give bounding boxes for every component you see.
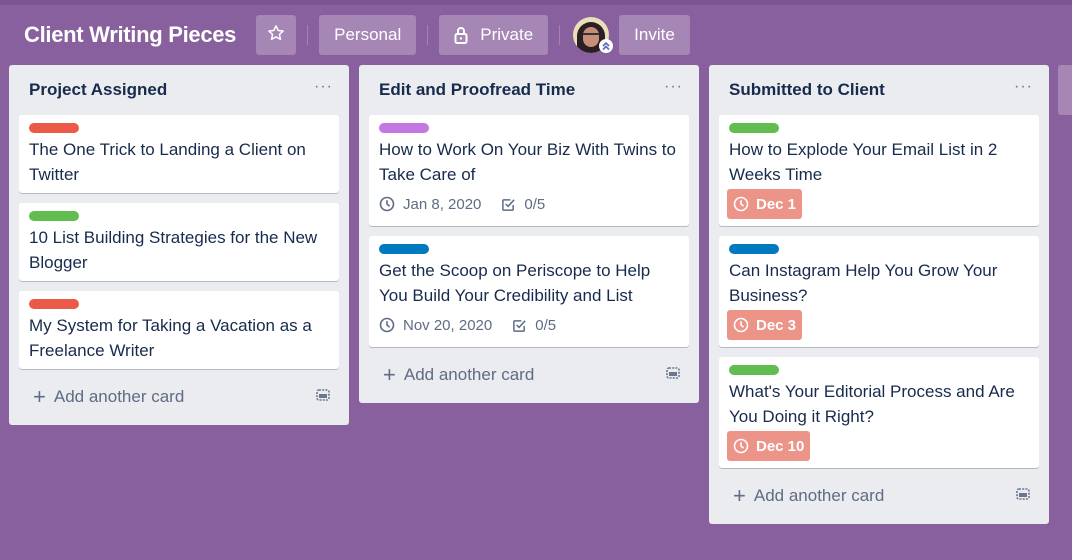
card-template-icon[interactable]: [1015, 486, 1031, 507]
card-title: How to Explode Your Email List in 2 Week…: [729, 140, 998, 184]
card-label[interactable]: [729, 244, 779, 254]
more-icon[interactable]: ···: [664, 79, 683, 98]
board-title[interactable]: Client Writing Pieces: [24, 22, 236, 48]
card-label[interactable]: [379, 244, 429, 254]
list-header: Submitted to Client ···: [709, 65, 1049, 115]
card[interactable]: What's Your Editorial Process and Are Yo…: [719, 357, 1039, 468]
due-date-badge-overdue[interactable]: Dec 3: [727, 310, 803, 340]
card-template-icon[interactable]: [665, 365, 681, 386]
more-icon[interactable]: ···: [314, 79, 333, 98]
card-label[interactable]: [729, 123, 779, 133]
card-title: How to Work On Your Biz With Twins to Ta…: [379, 140, 676, 184]
clock-icon: [733, 196, 749, 212]
card-title: What's Your Editorial Process and Are Yo…: [729, 382, 1015, 426]
list-title[interactable]: Edit and Proofread Time: [379, 80, 575, 100]
star-icon: [267, 24, 285, 47]
board-header: Client Writing Pieces Personal Private I…: [0, 15, 1072, 55]
list-header: Project Assigned ···: [9, 65, 349, 115]
admin-chevron-icon: [599, 39, 613, 53]
due-date: Dec 1: [756, 195, 797, 213]
card[interactable]: My System for Taking a Vacation as a Fre…: [19, 291, 339, 369]
checklist-badge: 0/5: [501, 196, 545, 213]
checklist-count: 0/5: [535, 316, 557, 334]
team-visibility-button[interactable]: Personal: [319, 15, 417, 55]
clock-icon: [379, 196, 395, 212]
checklist-count: 0/5: [524, 195, 546, 213]
due-date-badge[interactable]: Nov 20, 2020: [379, 317, 492, 334]
header-divider: [307, 25, 309, 45]
more-icon[interactable]: ···: [1014, 79, 1033, 98]
list-header: Edit and Proofread Time ···: [359, 65, 699, 115]
checklist-icon: [513, 319, 526, 332]
card-label[interactable]: [29, 211, 79, 221]
card[interactable]: How to Work On Your Biz With Twins to Ta…: [369, 115, 689, 226]
add-list-button[interactable]: [1058, 65, 1072, 115]
list-project-assigned: Project Assigned ··· The One Trick to La…: [9, 65, 349, 425]
due-date-badge[interactable]: Jan 8, 2020: [379, 196, 481, 213]
list-title[interactable]: Submitted to Client: [729, 80, 885, 100]
card-title: Get the Scoop on Periscope to Help You B…: [379, 261, 651, 305]
add-card-button[interactable]: + Add another card: [383, 362, 535, 387]
checklist-icon: [502, 198, 516, 211]
due-date-badge-overdue[interactable]: Dec 1: [727, 189, 803, 219]
card-label[interactable]: [29, 299, 79, 309]
card-label[interactable]: [379, 123, 429, 133]
header-divider: [559, 25, 561, 45]
checklist-badge: 0/5: [512, 317, 556, 334]
privacy-label: Private: [480, 25, 534, 44]
plus-icon: +: [383, 362, 396, 387]
add-card-label: Add another card: [403, 365, 535, 384]
plus-icon: +: [33, 384, 46, 409]
add-card-label: Add another card: [753, 486, 885, 505]
card[interactable]: The One Trick to Landing a Client on Twi…: [19, 115, 339, 193]
add-card-label: Add another card: [53, 387, 185, 406]
add-card-button[interactable]: + Add another card: [33, 384, 185, 409]
privacy-button[interactable]: Private: [439, 15, 549, 55]
card-title: Can Instagram Help You Grow Your Busines…: [729, 261, 998, 305]
list-edit-and-proofread: Edit and Proofread Time ··· How to Work …: [359, 65, 699, 403]
card-title: My System for Taking a Vacation as a Fre…: [29, 316, 312, 360]
plus-icon: +: [733, 483, 746, 508]
lock-icon: [454, 26, 468, 44]
due-date: Dec 3: [756, 316, 797, 334]
card[interactable]: Get the Scoop on Periscope to Help You B…: [369, 236, 689, 347]
card-template-icon[interactable]: [315, 387, 331, 408]
card[interactable]: How to Explode Your Email List in 2 Week…: [719, 115, 1039, 226]
card-title: 10 List Building Strategies for the New …: [29, 228, 318, 272]
clock-icon: [733, 438, 749, 454]
add-card-button[interactable]: + Add another card: [733, 483, 885, 508]
invite-button[interactable]: Invite: [619, 15, 690, 55]
due-date-badge-overdue[interactable]: Dec 10: [727, 431, 811, 461]
card-label[interactable]: [29, 123, 79, 133]
star-button[interactable]: [256, 15, 297, 55]
clock-icon: [379, 317, 395, 333]
card-label[interactable]: [729, 365, 779, 375]
clock-icon: [733, 317, 749, 333]
list-title[interactable]: Project Assigned: [29, 80, 167, 100]
header-divider: [427, 25, 429, 45]
due-date: Jan 8, 2020: [403, 195, 482, 213]
card[interactable]: 10 List Building Strategies for the New …: [19, 203, 339, 281]
due-date: Nov 20, 2020: [403, 316, 493, 334]
list-submitted-to-client: Submitted to Client ··· How to Explode Y…: [709, 65, 1049, 524]
card-title: The One Trick to Landing a Client on Twi…: [29, 140, 306, 184]
top-bar-strip: [0, 0, 1072, 5]
due-date: Dec 10: [756, 437, 805, 455]
card[interactable]: Can Instagram Help You Grow Your Busines…: [719, 236, 1039, 347]
